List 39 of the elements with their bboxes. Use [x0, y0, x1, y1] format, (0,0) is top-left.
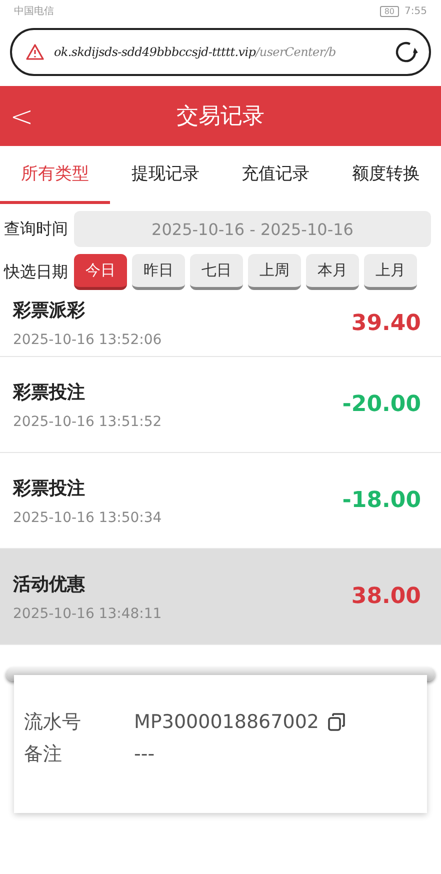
- record-amount: 38.00: [351, 584, 421, 609]
- receipt-value: MP3000018867002: [134, 711, 319, 733]
- page-title: 交易记录: [176, 103, 264, 131]
- clock-text: 7:55: [404, 6, 427, 16]
- record-time: 2025-10-16 13:50:34: [13, 510, 163, 526]
- url-text: ok.skdijsds-sdd49bbbccsjd-ttttt.vip/userCenter/b: [54, 45, 337, 59]
- filter-tab[interactable]: 所有类型: [0, 146, 110, 204]
- date-chip[interactable]: 上周: [248, 254, 301, 290]
- date-chip[interactable]: 七日: [190, 254, 243, 290]
- address-bar[interactable]: ok.skdijsds-sdd49bbbccsjd-ttttt.vip/userCenter/b: [10, 28, 431, 76]
- receipt-label: 备注: [24, 742, 63, 767]
- record-title: 彩票派彩: [13, 299, 86, 322]
- filter-tab[interactable]: 充值记录: [220, 146, 331, 204]
- quick-date-label: 快选日期: [4, 262, 68, 282]
- date-chip[interactable]: 本月: [306, 254, 359, 290]
- record-amount: 39.40: [351, 310, 421, 336]
- record-title: 活动优惠: [13, 572, 86, 596]
- receipt-label: 流水号: [24, 710, 82, 735]
- copy-icon[interactable]: [327, 712, 347, 732]
- reload-icon[interactable]: [393, 39, 419, 65]
- filter-tab[interactable]: 提现记录: [110, 146, 220, 204]
- record-amount: -20.00: [342, 392, 421, 417]
- record-amount: -18.00: [342, 488, 421, 513]
- record-row[interactable]: 活动优惠 2025-10-16 13:48:11 38.00: [0, 549, 441, 645]
- record-time: 2025-10-16 13:51:52: [13, 414, 163, 430]
- back-button[interactable]: <: [10, 100, 34, 132]
- filter-tab[interactable]: 额度转换: [330, 146, 441, 204]
- date-chip[interactable]: 上月: [364, 254, 417, 290]
- record-title: 彩票投注: [13, 476, 86, 500]
- receipt-value: ---: [134, 743, 155, 765]
- record-time: 2025-10-16 13:52:06: [13, 332, 163, 348]
- query-label: 查询时间: [4, 218, 68, 240]
- carrier-text: 中国电信: [14, 4, 54, 18]
- date-chip[interactable]: 今日: [74, 254, 127, 290]
- battery-icon: 80: [380, 6, 399, 16]
- record-title: 彩票投注: [13, 380, 86, 404]
- date-chip[interactable]: 昨日: [132, 254, 185, 290]
- record-time: 2025-10-16 13:48:11: [13, 606, 163, 622]
- warning-icon: [26, 44, 44, 60]
